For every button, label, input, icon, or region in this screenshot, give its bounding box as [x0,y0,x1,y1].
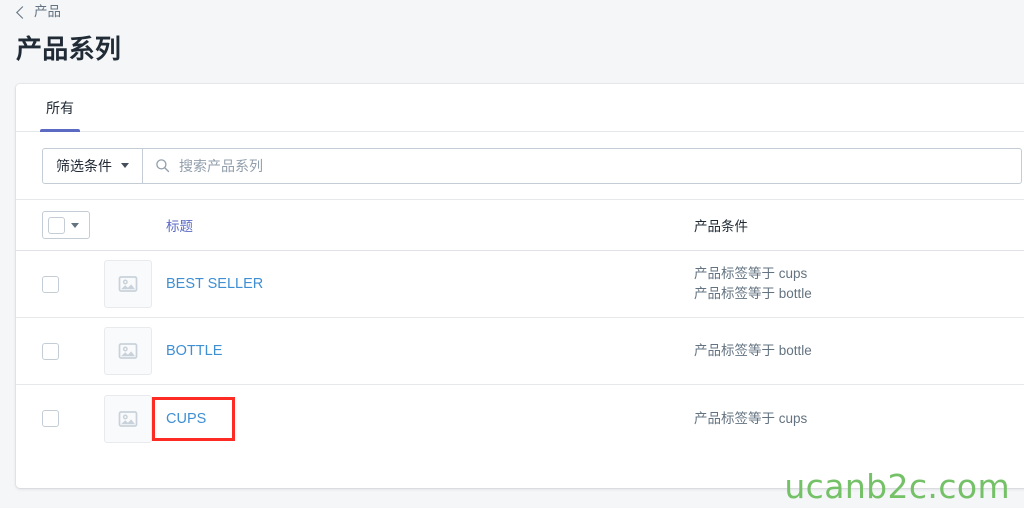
breadcrumb[interactable]: 产品 [0,0,1024,20]
table-row[interactable]: BOTTLE 产品标签等于 bottle [16,318,1024,385]
row-title-cell: BEST SELLER [166,275,694,293]
bulk-select-control[interactable] [42,211,90,239]
table-row[interactable]: BEST SELLER 产品标签等于 cups 产品标签等于 bottle [16,251,1024,318]
collections-table: 标题 产品条件 BEST SELLER 产品标签等于 cups 产品标签等于 b… [16,200,1024,452]
column-header-title[interactable]: 标题 [166,219,193,234]
row-select-cell [42,275,104,293]
condition-line: 产品标签等于 bottle [694,343,812,358]
tab-bar: 所有 [16,84,1024,132]
image-placeholder-icon [104,260,152,308]
table-row[interactable]: CUPS 产品标签等于 cups [16,385,1024,452]
chevron-down-icon[interactable] [71,222,79,228]
image-placeholder-icon [104,327,152,375]
table-header: 标题 产品条件 [16,200,1024,251]
chevron-down-icon [121,163,129,168]
checkbox-icon[interactable] [42,342,59,360]
row-conditions-cell: 产品标签等于 bottle [694,341,1024,361]
filter-button-label: 筛选条件 [56,157,112,174]
search-input[interactable] [179,157,1009,174]
tab-all-label: 所有 [46,99,74,116]
row-thumb-cell [104,260,166,308]
row-conditions-cell: 产品标签等于 cups [694,409,1024,429]
collection-link[interactable]: BOTTLE [166,343,222,359]
row-conditions-cell: 产品标签等于 cups 产品标签等于 bottle [694,264,1024,304]
header-select-cell [42,211,104,239]
row-select-cell [42,342,104,360]
filter-bar: 筛选条件 [16,132,1024,200]
chevron-left-icon [16,5,29,19]
tab-all[interactable]: 所有 [32,84,88,132]
checkbox-icon[interactable] [48,216,65,234]
search-icon [156,159,170,173]
row-select-cell [42,410,104,427]
watermark: ucanb2c.com [784,467,1010,506]
collection-link[interactable]: CUPS [151,396,236,441]
checkbox-icon[interactable] [42,275,59,293]
page-title: 产品系列 [16,34,122,64]
checkbox-icon[interactable] [42,410,59,427]
column-header-conditions: 产品条件 [694,218,748,234]
search-field[interactable] [143,147,1022,184]
row-thumb-cell [104,327,166,375]
header-conditions-cell: 产品条件 [694,215,1024,236]
collection-link[interactable]: BEST SELLER [166,276,263,292]
filter-group: 筛选条件 [42,147,1022,184]
condition-line: 产品标签等于 cups [694,266,808,281]
condition-line: 产品标签等于 bottle [694,286,812,301]
header-title-cell: 标题 [166,215,694,236]
breadcrumb-label[interactable]: 产品 [34,5,61,19]
image-placeholder-icon [104,394,152,443]
row-title-cell: BOTTLE [166,342,694,360]
collections-card: 所有 筛选条件 搜索产品系列 标题 产品条件 BEST SELLER 产品标签等… [16,84,1024,488]
filter-button[interactable]: 筛选条件 [42,147,143,184]
condition-line: 产品标签等于 cups [694,410,808,426]
row-title-cell: CUPS [151,396,694,441]
